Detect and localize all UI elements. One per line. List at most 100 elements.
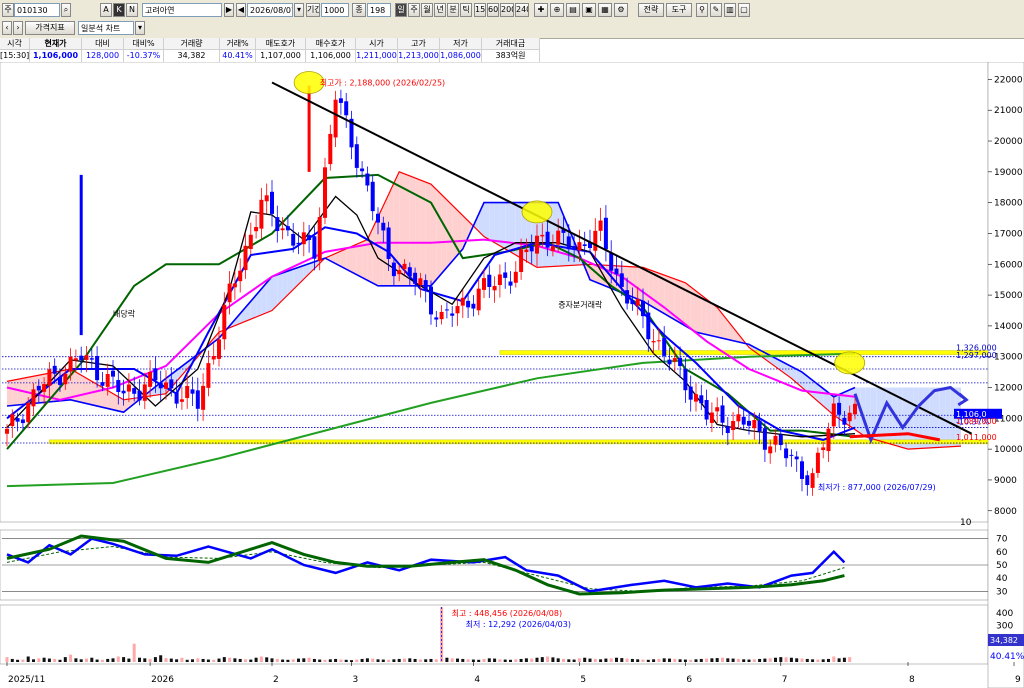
minute-60-button[interactable]: 60 xyxy=(487,3,499,17)
volume-bar xyxy=(249,659,253,662)
volume-bar xyxy=(657,658,661,662)
print-icon[interactable]: ▤ xyxy=(566,3,580,17)
crosshair-icon[interactable]: ✚ xyxy=(534,3,548,17)
settings-icon[interactable]: ⚙ xyxy=(614,3,628,17)
cycle-day-button[interactable]: 일 xyxy=(395,3,407,17)
volume-bar xyxy=(477,659,481,662)
code-prefix[interactable]: 주 xyxy=(2,3,14,17)
x-tick-label: 9 xyxy=(1015,675,1021,685)
play-icon[interactable]: ▶ xyxy=(224,3,234,17)
prev-icon[interactable]: ◀ xyxy=(236,3,246,17)
volume-bar xyxy=(408,658,412,662)
cycle-year-button[interactable]: 년 xyxy=(434,3,446,17)
candle-body xyxy=(720,405,725,423)
zoom-icon[interactable]: ⊕ xyxy=(550,3,564,17)
candle-body xyxy=(614,268,619,275)
volume-bar xyxy=(673,658,677,662)
volume-bar xyxy=(233,658,237,662)
search-icon[interactable]: ⌕ xyxy=(61,3,71,17)
volume-bar xyxy=(339,659,343,662)
cloud-segment xyxy=(494,202,500,246)
volume-bar xyxy=(307,657,311,662)
stock-name-field[interactable]: 고려아연 xyxy=(142,3,222,17)
candle-body xyxy=(529,245,534,252)
cycle-minute-button[interactable]: 분 xyxy=(447,3,459,17)
candle-body xyxy=(630,300,635,305)
cloud-segment xyxy=(356,241,363,278)
candle-body xyxy=(699,395,704,404)
y-tick-label: 22000 xyxy=(994,75,1023,85)
layout-icon[interactable]: ▥ xyxy=(724,3,736,17)
x-tick-label: 3 xyxy=(353,675,359,685)
minute-15-button[interactable]: 15 xyxy=(474,3,486,17)
btn-k[interactable]: K xyxy=(113,3,125,17)
volume-bar xyxy=(312,658,316,662)
pen-icon[interactable]: ✎ xyxy=(710,3,722,17)
candle-body xyxy=(810,473,815,488)
volume-bar xyxy=(811,659,815,662)
cloud-segment xyxy=(913,387,919,449)
volume-bar xyxy=(153,657,157,662)
btn-n[interactable]: N xyxy=(126,3,138,17)
volume-bar xyxy=(21,659,25,662)
cycle-month-button[interactable]: 월 xyxy=(421,3,433,17)
calendar-icon[interactable]: ▾ xyxy=(294,3,304,17)
cloud-segment xyxy=(510,202,516,256)
volume-bar xyxy=(832,656,836,662)
pin-icon[interactable]: ⚲ xyxy=(696,3,708,17)
volume-bar xyxy=(583,657,587,662)
y-tick-label: 20000 xyxy=(994,137,1023,147)
grid-icon[interactable]: ▦ xyxy=(598,3,612,17)
y-tick-label: 18000 xyxy=(994,199,1023,209)
volume-bar xyxy=(259,656,263,662)
cloud-segment xyxy=(489,202,495,243)
candle-body xyxy=(259,199,264,229)
cloud-segment xyxy=(452,205,458,262)
candle-body xyxy=(784,448,789,459)
stock-code-input[interactable]: 010130 xyxy=(14,3,60,17)
y-tick-label: 10000 xyxy=(994,445,1023,455)
candle-body xyxy=(837,402,842,415)
volume-bar xyxy=(736,658,740,662)
tools-button[interactable]: 도구 xyxy=(666,3,692,17)
volume-pct-label: 40.41% xyxy=(990,652,1024,662)
candle-body xyxy=(736,414,741,422)
stock-chart[interactable]: 22000 21000 20000 19000 18000 17000 16000 15000… xyxy=(0,62,1024,688)
volume-bar xyxy=(795,658,799,662)
chevron-down-icon[interactable]: ▾ xyxy=(135,21,145,35)
cycle-week-button[interactable]: 주 xyxy=(408,3,420,17)
minute-240-button[interactable]: 240 xyxy=(515,3,529,17)
candle-body xyxy=(444,309,449,311)
strategy-button[interactable]: 전략 xyxy=(638,3,664,17)
lock-icon[interactable]: ▢ xyxy=(738,3,750,17)
period-input[interactable]: 1000 xyxy=(321,3,349,17)
count-input[interactable]: 198 xyxy=(367,3,391,17)
btn-a[interactable]: A xyxy=(100,3,112,17)
candle-body xyxy=(577,242,582,251)
cycle-tick-button[interactable]: 틱 xyxy=(460,3,472,17)
minute-200-button[interactable]: 200 xyxy=(500,3,514,17)
volume-bar xyxy=(403,658,406,662)
volume-bar xyxy=(74,658,78,662)
cloud-segment xyxy=(425,182,431,286)
volume-bar xyxy=(604,658,608,662)
candle-body xyxy=(709,412,714,423)
candle-body xyxy=(747,420,751,426)
candle-body xyxy=(466,300,471,308)
cloud-segment xyxy=(918,387,924,449)
scroll-left-icon[interactable]: ‹ xyxy=(2,21,12,35)
price-indicator-button[interactable]: 가격지표 xyxy=(25,21,75,35)
candle-body xyxy=(344,101,349,116)
volume-bar xyxy=(270,658,274,662)
volume-bar xyxy=(630,658,634,662)
scroll-right-icon[interactable]: › xyxy=(13,21,23,35)
volume-bar xyxy=(572,659,576,662)
volume-bar xyxy=(461,658,465,662)
volume-bar xyxy=(535,657,539,662)
candle-body xyxy=(757,420,762,432)
volume-bar xyxy=(365,658,369,662)
candle-body xyxy=(370,181,375,212)
chart-style-select[interactable]: 일분석 차트 xyxy=(78,21,134,35)
date-input[interactable]: 2026/08/07 xyxy=(247,3,293,17)
save-icon[interactable]: ▣ xyxy=(582,3,596,17)
